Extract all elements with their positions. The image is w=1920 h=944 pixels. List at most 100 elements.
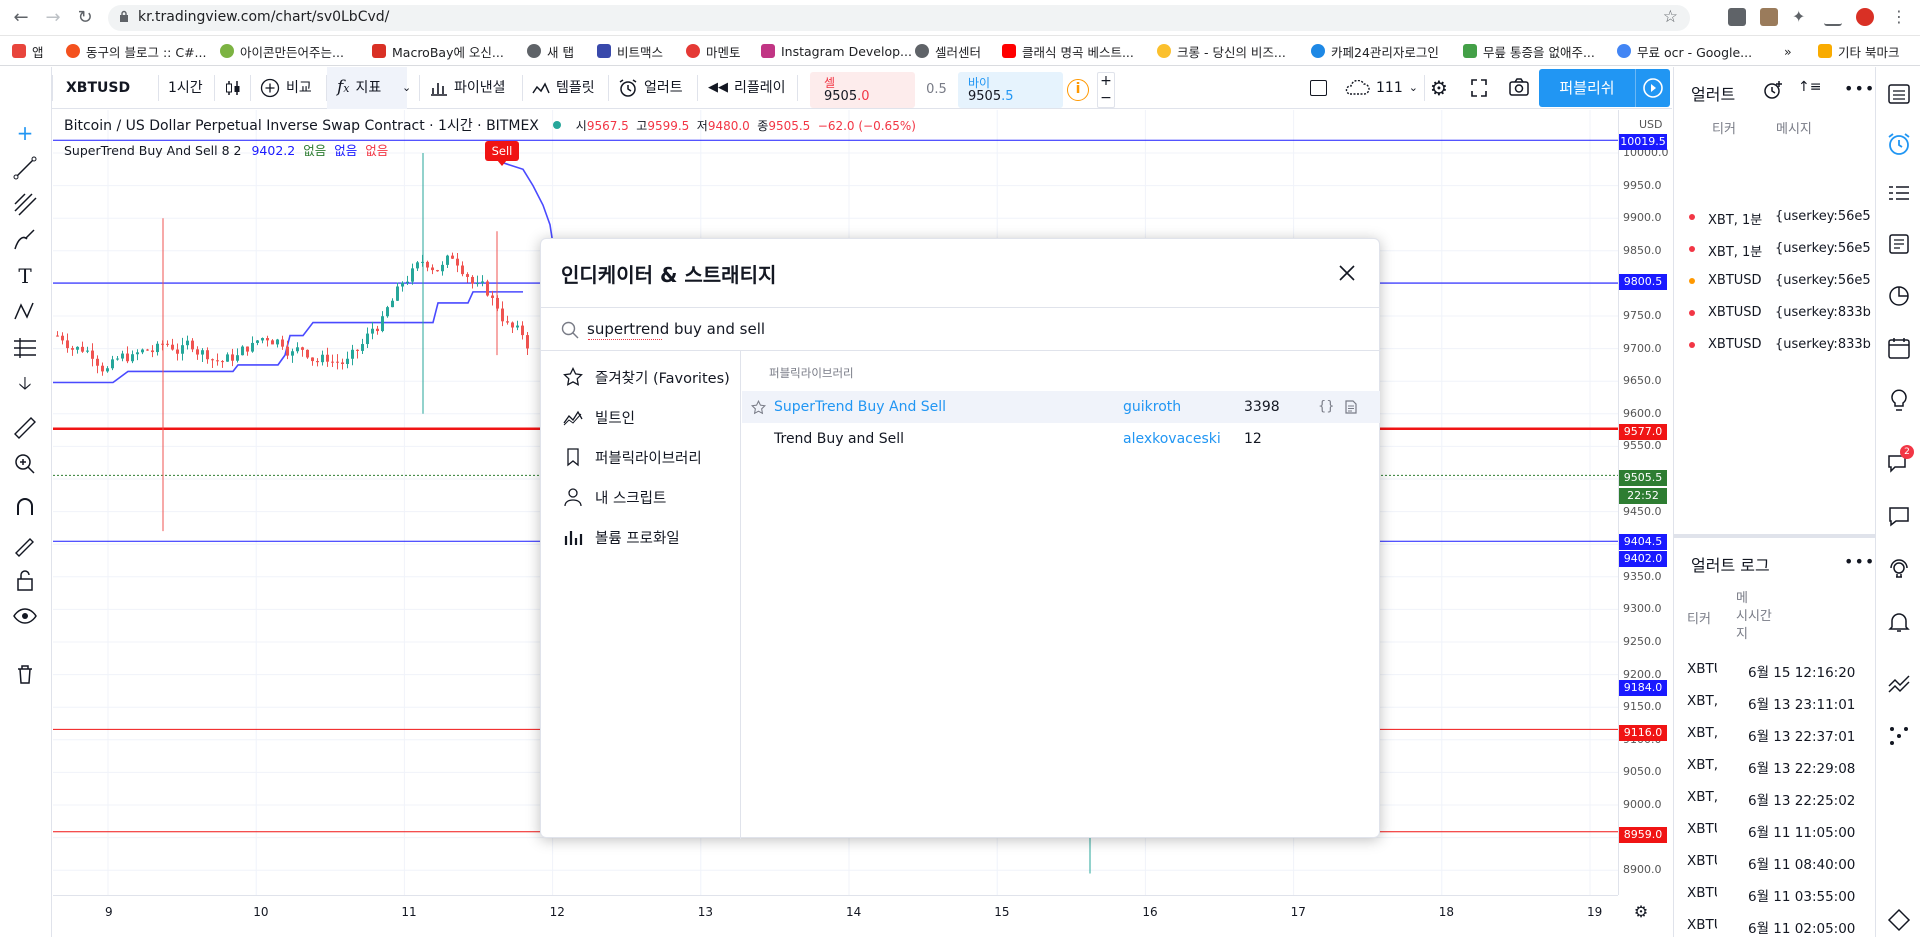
bookmark-item[interactable]: 마멘토 — [686, 42, 741, 60]
price-scale[interactable]: USD10000.09950.09900.09850.09800.09750.0… — [1618, 110, 1672, 895]
symbol-search[interactable]: XBTUSD — [66, 67, 130, 109]
chats-icon[interactable]: 2 — [1886, 445, 1914, 477]
data-window-icon[interactable] — [1886, 181, 1912, 207]
publish-button[interactable]: 퍼블리쉬 — [1539, 69, 1635, 107]
browser-menu-icon[interactable]: ⋮ — [1890, 8, 1908, 26]
log-row[interactable]: XBTU 6월 15 12:16:20 — [1674, 656, 1876, 688]
text-tool-icon[interactable]: T — [12, 263, 38, 289]
bookmark-item[interactable]: MacroBay에 오신... — [372, 42, 504, 60]
brush-icon[interactable] — [12, 227, 38, 253]
object-tree-icon[interactable] — [1886, 907, 1912, 933]
more-options-icon[interactable]: ••• — [1844, 79, 1875, 98]
category-public-library[interactable]: 퍼블릭라이브러리 — [563, 445, 702, 469]
bookmark-item[interactable]: 셀러센터 — [915, 42, 981, 60]
log-row[interactable]: XBTU 6월 11 11:05:00 — [1674, 816, 1876, 848]
extension-photo-icon[interactable] — [1760, 8, 1778, 26]
fullscreen-icon[interactable] — [1470, 67, 1488, 109]
add-alert-icon[interactable] — [1762, 79, 1784, 101]
select-layout-icon[interactable] — [1310, 80, 1327, 96]
indicators-button[interactable]: fx 지표 — [327, 67, 407, 109]
forward-arrow-icon[interactable]: → — [40, 6, 66, 30]
trash-icon[interactable] — [12, 661, 38, 687]
ruler-icon[interactable] — [12, 415, 38, 441]
extension-profile-icon[interactable] — [1856, 8, 1874, 26]
chevron-down-icon[interactable]: ⌄ — [402, 67, 411, 109]
result-row[interactable]: Trend Buy and Sell alexkovaceski 12 — [742, 423, 1380, 455]
bookmarks-overflow[interactable]: » — [1784, 42, 1792, 60]
alert-button[interactable]: 얼러트 — [618, 67, 683, 109]
unlock-icon[interactable] — [12, 567, 38, 593]
calendar-icon[interactable] — [1886, 335, 1912, 361]
info-icon[interactable]: i — [1067, 79, 1089, 101]
source-code-icon[interactable]: {} — [1318, 391, 1335, 423]
star-icon[interactable]: ☆ — [1663, 7, 1678, 27]
ideas-lightbulb-icon[interactable] — [1886, 387, 1912, 413]
pitchfork-icon[interactable] — [12, 191, 38, 217]
quantity-stepper[interactable]: + − — [1097, 72, 1115, 108]
eye-icon[interactable] — [12, 603, 38, 629]
sell-button[interactable]: 셀 9505.0 — [810, 72, 915, 108]
replay-button[interactable]: ◀◀ 리플레이 — [708, 67, 786, 109]
alert-row[interactable]: XBT, 1분 {userkey:56e5 — [1674, 236, 1876, 268]
result-name[interactable]: SuperTrend Buy And Sell — [774, 391, 946, 423]
back-arrow-icon[interactable]: ← — [8, 6, 34, 30]
log-row[interactable]: XBT, 6월 13 22:37:01 — [1674, 720, 1876, 752]
address-bar[interactable]: kr.tradingview.com/chart/sv0LbCvd/ ☆ — [108, 5, 1690, 31]
bookmark-item[interactable]: 아이콘만든어주는... — [220, 42, 344, 60]
currency-label[interactable]: USD — [1639, 118, 1663, 131]
hotlist-icon[interactable] — [1886, 283, 1912, 309]
sort-icon[interactable]: ↑≡ — [1798, 79, 1821, 95]
alert-row[interactable]: XBTUSD {userkey:56e5 — [1674, 268, 1876, 300]
bookmark-item[interactable]: 카페24관리자로그인 — [1311, 42, 1439, 60]
bookmark-item[interactable]: 무료 ocr - Google... — [1617, 42, 1752, 60]
result-name[interactable]: Trend Buy and Sell — [774, 423, 904, 455]
category-builtin[interactable]: 빌트인 — [563, 405, 635, 429]
bookmark-item[interactable]: 크롱 - 당신의 비즈... — [1157, 42, 1286, 60]
close-icon[interactable] — [1335, 261, 1359, 285]
minus-icon[interactable]: − — [1098, 90, 1114, 107]
lock-drawing-icon[interactable] — [12, 531, 38, 557]
panel-divider[interactable] — [1674, 534, 1876, 538]
category-volume-profile[interactable]: 볼륨 프로화일 — [563, 525, 680, 549]
category-my-scripts[interactable]: 내 스크립트 — [563, 485, 666, 509]
alarm-clock-icon[interactable] — [1886, 131, 1912, 157]
indicator-legend[interactable]: SuperTrend Buy And Sell 8 2 9402.2 없음 없음… — [64, 140, 388, 159]
axis-settings-gear-icon[interactable]: ⚙ — [1631, 902, 1651, 922]
extensions-puzzle-icon[interactable]: ✦ — [1792, 8, 1810, 26]
financials-button[interactable]: 파이낸셜 — [430, 67, 506, 109]
search-input[interactable] — [587, 317, 1347, 341]
notifications-bell-icon[interactable] — [1886, 609, 1912, 635]
arrow-down-icon[interactable]: 🡣 — [12, 371, 38, 397]
dom-icon[interactable] — [1886, 723, 1912, 749]
alert-row[interactable]: XBTUSD {userkey:833b — [1674, 332, 1876, 364]
bookmark-item[interactable]: 새 탭 — [527, 42, 574, 60]
magnet-icon[interactable] — [12, 495, 38, 521]
log-row[interactable]: XBT, 6월 13 22:29:08 — [1674, 752, 1876, 784]
zoom-in-icon[interactable] — [12, 451, 38, 477]
result-author[interactable]: guikroth — [1123, 391, 1181, 423]
crosshair-icon[interactable]: + — [12, 120, 38, 146]
bookmark-folder-other[interactable]: 기타 북마크 — [1818, 42, 1899, 60]
alert-row[interactable]: XBT, 1분 {userkey:56e5 — [1674, 204, 1876, 236]
bookmark-apps[interactable]: 앱 — [12, 42, 44, 60]
pattern-icon[interactable] — [12, 299, 38, 325]
reload-icon[interactable]: ↻ — [72, 6, 98, 30]
result-row[interactable]: SuperTrend Buy And Sell guikroth 3398 {} — [742, 391, 1380, 423]
alert-row[interactable]: XBTUSD {userkey:833b — [1674, 300, 1876, 332]
more-options-icon[interactable]: ••• — [1844, 552, 1875, 571]
collapse-chevron-icon[interactable] — [1886, 671, 1912, 697]
bookmark-item[interactable]: 클래식 명곡 베스트... — [1002, 42, 1134, 60]
time-scale[interactable]: ⚙ 9 10 11 12 13 14 15 16 17 18 19 — [53, 895, 1648, 937]
bookmark-item[interactable]: 비트맥스 — [597, 42, 663, 60]
plus-icon[interactable]: + — [1098, 73, 1114, 90]
templates-button[interactable]: 템플릿 — [532, 67, 595, 109]
interval-selector[interactable]: 1시간 — [168, 67, 203, 109]
compare-button[interactable]: 비교 — [260, 67, 312, 109]
candlestick-icon[interactable] — [224, 67, 242, 109]
log-row[interactable]: XBTU 6월 11 08:40:00 — [1674, 848, 1876, 880]
log-row[interactable]: XBTU 6월 11 03:55:00 — [1674, 880, 1876, 912]
camera-icon[interactable] — [1508, 67, 1530, 109]
bookmark-item[interactable]: 동구의 블로그 :: C#... — [66, 42, 206, 60]
trend-line-icon[interactable] — [12, 155, 38, 181]
document-icon[interactable] — [1345, 400, 1357, 414]
